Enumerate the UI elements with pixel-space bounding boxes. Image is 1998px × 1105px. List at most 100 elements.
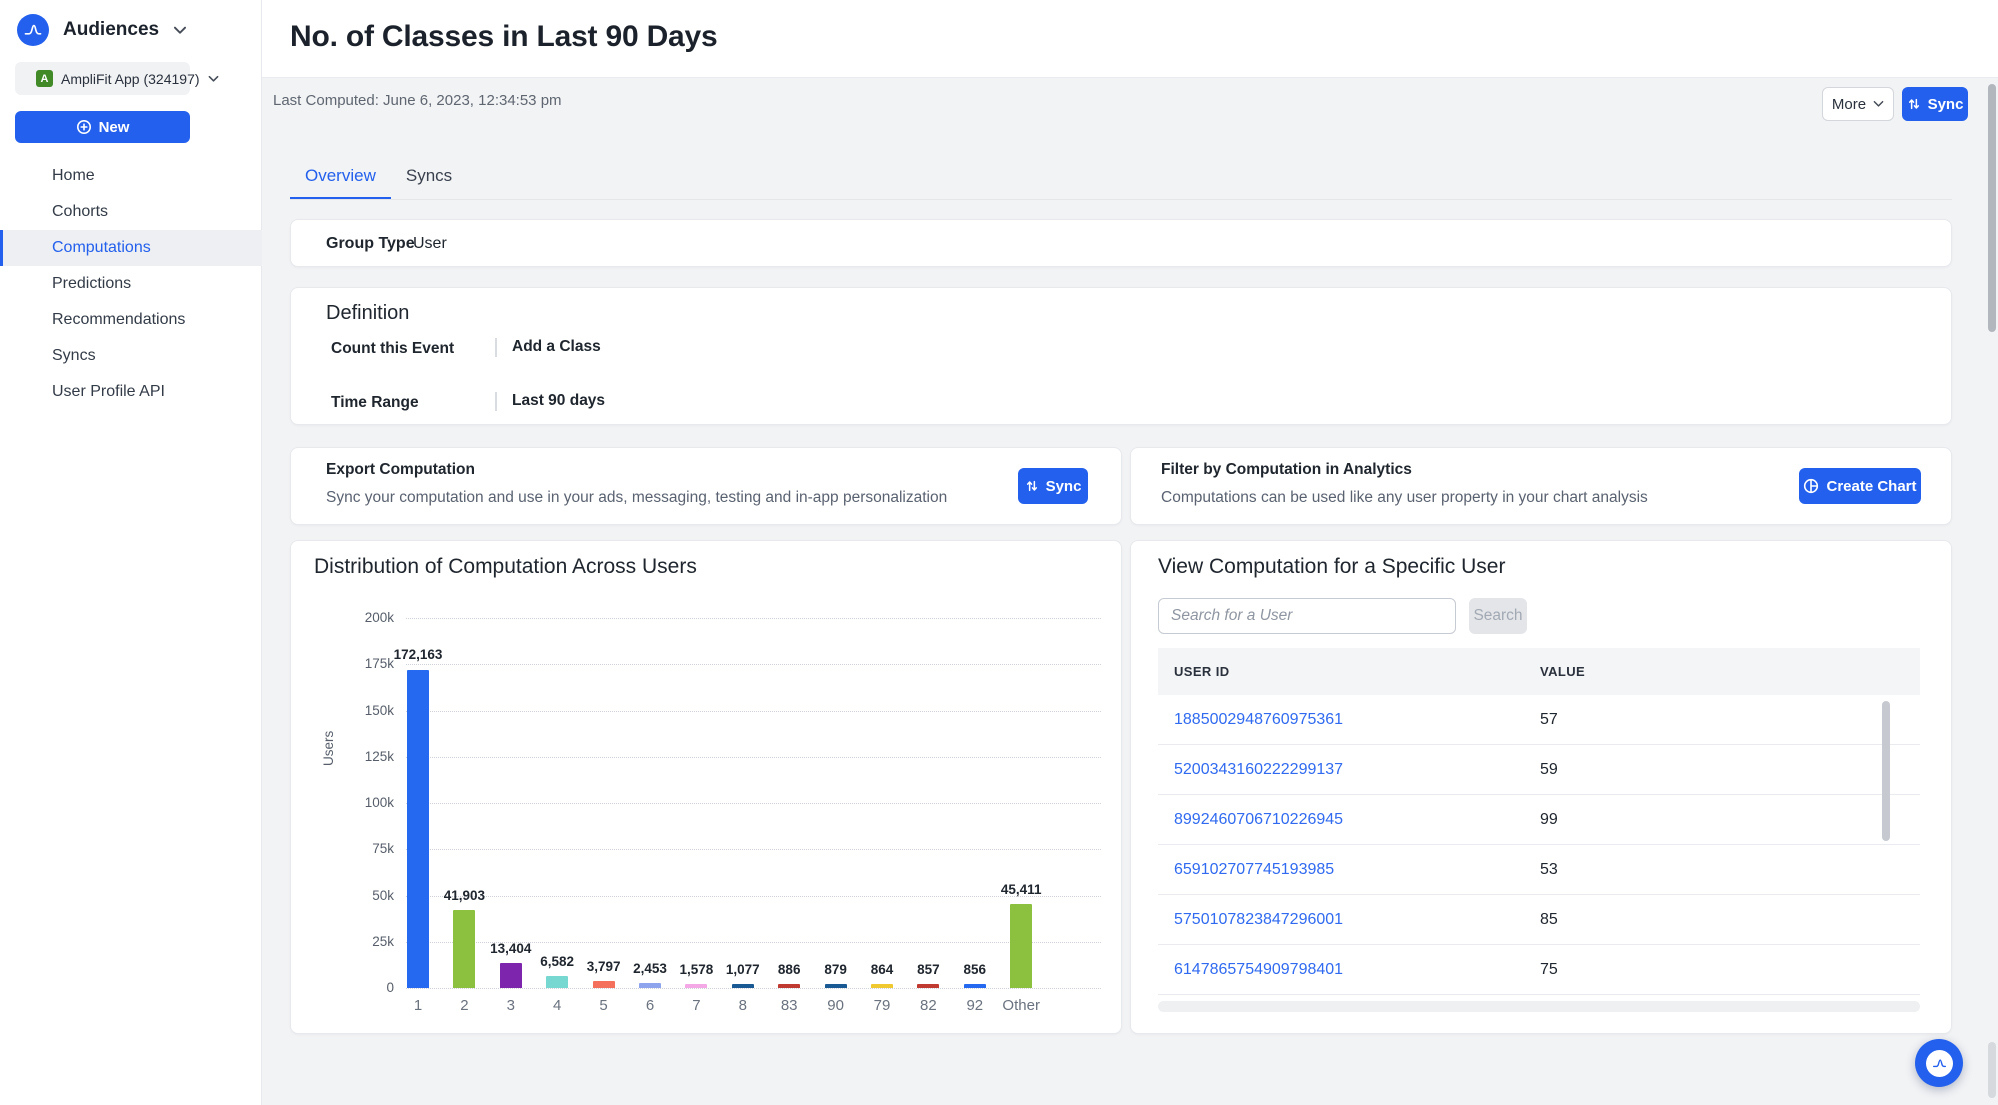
app-badge: A xyxy=(36,70,53,87)
bar-82[interactable] xyxy=(917,984,939,988)
new-button-label: New xyxy=(99,119,130,136)
bar-83[interactable] xyxy=(778,984,800,988)
definition-label: Count this Event xyxy=(331,340,454,358)
user-id-link[interactable]: 8992460706710226945 xyxy=(1174,811,1343,829)
user-lookup-title: View Computation for a Specific User xyxy=(1158,555,1505,579)
tab-overview[interactable]: Overview xyxy=(290,166,391,200)
last-computed-text: Last Computed: June 6, 2023, 12:34:53 pm xyxy=(273,92,562,109)
tab-bar: Overview Syncs xyxy=(290,166,467,200)
plus-circle-icon xyxy=(76,119,92,135)
gridline xyxy=(406,803,1101,804)
tab-overview-label: Overview xyxy=(305,166,376,186)
amplitude-logo-icon xyxy=(1926,1050,1953,1077)
sync-button-label: Sync xyxy=(1928,96,1964,113)
table-scrollbar-thumb[interactable] xyxy=(1882,701,1890,841)
gridline xyxy=(406,711,1101,712)
table-row: 8992460706710226945 99 xyxy=(1158,795,1920,845)
bar-value-label: 172,163 xyxy=(372,647,464,662)
value-cell: 59 xyxy=(1540,761,1558,779)
y-tick-label: 200k xyxy=(342,610,394,625)
sidebar-item-user-profile-api[interactable]: User Profile API xyxy=(0,374,262,410)
sidebar: Audiences A AmpliFit App (324197) New Ho… xyxy=(0,0,262,1105)
filter-card: Filter by Computation in Analytics Compu… xyxy=(1130,447,1952,525)
bar-8[interactable] xyxy=(732,984,754,988)
column-header-user-id: USER ID xyxy=(1174,664,1230,679)
group-type-label: Group Type xyxy=(326,235,415,253)
user-id-link[interactable]: 5200343160222299137 xyxy=(1174,761,1343,779)
bar-92[interactable] xyxy=(964,984,986,988)
y-tick-label: 50k xyxy=(342,888,394,903)
bar-5[interactable] xyxy=(593,981,615,988)
bar-7[interactable] xyxy=(685,984,707,988)
user-id-link[interactable]: 1885002948760975361 xyxy=(1174,711,1343,729)
app-window: Audiences A AmpliFit App (324197) New Ho… xyxy=(0,0,1998,1105)
definition-label: Time Range xyxy=(331,394,419,412)
bar-79[interactable] xyxy=(871,984,893,988)
definition-card: Definition Count this Event Add a Class … xyxy=(290,287,1952,425)
value-cell: 75 xyxy=(1540,961,1558,979)
table-row: 5750107823847296001 85 xyxy=(1158,895,1920,945)
more-button-label: More xyxy=(1832,96,1866,113)
sidebar-item-recommendations[interactable]: Recommendations xyxy=(0,302,262,338)
user-lookup-card: View Computation for a Specific User Sea… xyxy=(1130,540,1952,1034)
user-id-link[interactable]: 5750107823847296001 xyxy=(1174,911,1343,929)
table-hscroll-track[interactable] xyxy=(1158,1001,1920,1012)
chevron-down-icon xyxy=(1873,100,1884,108)
search-input[interactable] xyxy=(1158,598,1456,634)
sidebar-item-cohorts[interactable]: Cohorts xyxy=(0,194,262,230)
gridline xyxy=(406,988,1101,989)
user-id-link[interactable]: 659102707745193985 xyxy=(1174,861,1334,879)
page-scrollbar-thumb[interactable] xyxy=(1988,84,1996,332)
create-chart-button[interactable]: Create Chart xyxy=(1799,468,1921,504)
tab-syncs-label: Syncs xyxy=(406,166,452,186)
chevron-down-icon xyxy=(208,75,219,83)
chart-pie-icon xyxy=(1803,478,1819,494)
definition-value: Add a Class xyxy=(512,338,601,356)
y-tick-label: 0 xyxy=(342,980,394,995)
tab-syncs[interactable]: Syncs xyxy=(391,166,467,200)
value-cell: 53 xyxy=(1540,861,1558,879)
chevron-down-icon xyxy=(173,26,187,35)
app-selector[interactable]: A AmpliFit App (324197) xyxy=(15,62,190,95)
value-cell: 99 xyxy=(1540,811,1558,829)
column-header-value: VALUE xyxy=(1540,664,1585,679)
sync-button[interactable]: Sync xyxy=(1902,87,1968,121)
bar-6[interactable] xyxy=(639,983,661,988)
y-tick-label: 100k xyxy=(342,795,394,810)
more-button[interactable]: More xyxy=(1822,87,1894,121)
definition-value: Last 90 days xyxy=(512,392,605,410)
y-tick-label: 25k xyxy=(342,934,394,949)
table-row: 5200343160222299137 59 xyxy=(1158,745,1920,795)
sync-icon xyxy=(1907,97,1921,111)
bar-90[interactable] xyxy=(825,984,847,988)
plot-area: 025k50k75k100k125k150k175k200k172,163141… xyxy=(406,618,1101,988)
page-header: No. of Classes in Last 90 Days xyxy=(262,0,1998,78)
main-area: No. of Classes in Last 90 Days Last Comp… xyxy=(262,0,1998,1105)
bar-1[interactable] xyxy=(407,670,429,989)
export-title: Export Computation xyxy=(326,461,475,479)
value-cell: 85 xyxy=(1540,911,1558,929)
sidebar-nav: HomeCohortsComputationsPredictionsRecomm… xyxy=(0,158,262,410)
page-scrollbar-thumb-bottom[interactable] xyxy=(1988,1042,1996,1098)
amplitude-logo-icon xyxy=(17,14,49,46)
bar-Other[interactable] xyxy=(1010,904,1032,988)
export-sync-button[interactable]: Sync xyxy=(1018,468,1088,504)
gridline xyxy=(406,757,1101,758)
sidebar-item-syncs[interactable]: Syncs xyxy=(0,338,262,374)
group-type-card: Group Type User xyxy=(290,219,1952,267)
search-button[interactable]: Search xyxy=(1469,598,1527,634)
new-button[interactable]: New xyxy=(15,111,190,143)
y-tick-label: 125k xyxy=(342,749,394,764)
x-tick-label: Other xyxy=(989,997,1053,1014)
sidebar-item-predictions[interactable]: Predictions xyxy=(0,266,262,302)
bar-4[interactable] xyxy=(546,976,568,988)
user-id-link[interactable]: 6147865754909798401 xyxy=(1174,961,1343,979)
sidebar-item-home[interactable]: Home xyxy=(0,158,262,194)
sidebar-item-computations[interactable]: Computations xyxy=(0,230,262,266)
product-switcher[interactable]: Audiences xyxy=(17,14,187,46)
app-name: AmpliFit App (324197) xyxy=(61,71,200,87)
bar-value-label: 856 xyxy=(929,962,1021,977)
amplitude-help-fab[interactable] xyxy=(1915,1039,1963,1087)
gridline xyxy=(406,618,1101,619)
users-table: USER ID VALUE 18850029487609753615752003… xyxy=(1158,648,1920,995)
